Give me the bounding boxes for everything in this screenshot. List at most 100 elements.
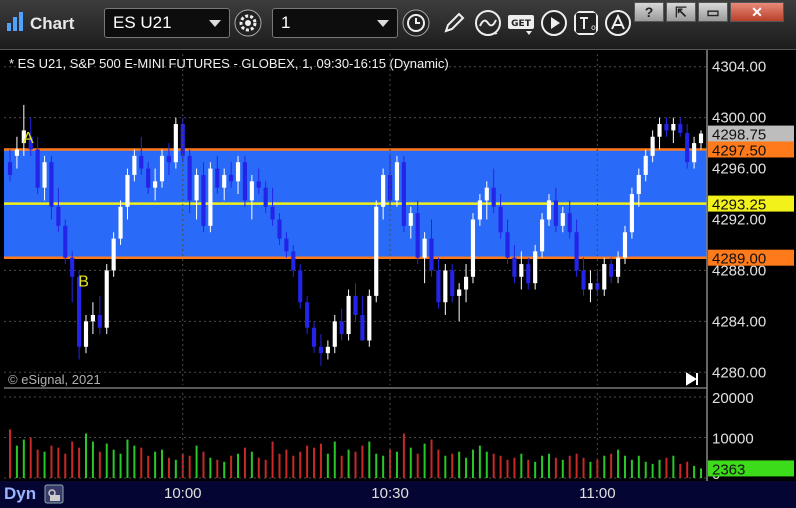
last-price-label: 4298.75 bbox=[712, 127, 766, 144]
candle-body bbox=[512, 257, 517, 277]
maximize-icon[interactable]: ⇱ bbox=[666, 2, 696, 22]
candle-body bbox=[443, 270, 448, 303]
get-icon[interactable]: GET bbox=[506, 9, 536, 37]
candle-body bbox=[408, 213, 413, 226]
copyright-label: © eSignal, 2021 bbox=[8, 372, 101, 387]
study-icon[interactable] bbox=[474, 9, 502, 37]
svg-text:o: o bbox=[591, 23, 596, 32]
candle-body bbox=[49, 162, 54, 207]
candle-body bbox=[560, 213, 565, 226]
candle-body bbox=[574, 232, 579, 271]
candle-body bbox=[42, 162, 47, 188]
candle-body bbox=[546, 200, 552, 220]
clock-icon[interactable] bbox=[402, 9, 430, 37]
candle-body bbox=[650, 136, 655, 156]
candle-body bbox=[519, 264, 524, 277]
candle-body bbox=[311, 327, 317, 347]
candle-body bbox=[602, 264, 607, 290]
candle-body bbox=[367, 295, 372, 341]
text-tool-icon[interactable]: o bbox=[572, 9, 600, 37]
candle-body bbox=[277, 219, 282, 239]
candle-body bbox=[7, 162, 13, 175]
lock-icon[interactable] bbox=[44, 484, 64, 504]
play-icon[interactable] bbox=[540, 9, 568, 37]
candle-body bbox=[201, 174, 206, 226]
candle-body bbox=[457, 289, 462, 296]
candle-body bbox=[70, 257, 75, 277]
candle-body bbox=[166, 155, 172, 163]
candle-body bbox=[159, 155, 165, 182]
interval-selector[interactable]: 1 bbox=[272, 8, 398, 38]
candle-body bbox=[284, 238, 289, 252]
candle-body bbox=[533, 251, 538, 284]
candle-body bbox=[118, 206, 123, 239]
mode-label[interactable]: Dyn bbox=[4, 484, 36, 504]
candle-body bbox=[450, 270, 455, 296]
candle-body bbox=[263, 187, 268, 207]
candle-body bbox=[581, 270, 586, 290]
price-tick-label: 4284.00 bbox=[712, 313, 766, 330]
candle-body bbox=[194, 174, 199, 201]
annotation-label: A bbox=[23, 130, 34, 147]
candle-body bbox=[187, 155, 192, 201]
candle-body bbox=[636, 174, 641, 195]
candle-body bbox=[498, 206, 503, 233]
candle-body bbox=[463, 276, 469, 290]
candle-body bbox=[173, 124, 178, 163]
candle-body bbox=[325, 346, 330, 354]
candle-body bbox=[222, 174, 227, 188]
candle-body bbox=[332, 321, 337, 347]
level-tag-label: 4289.00 bbox=[712, 251, 766, 268]
candle-body bbox=[346, 295, 351, 335]
price-chart[interactable]: AB 4304.004300.004296.004292.004288.0042… bbox=[0, 50, 796, 481]
candle-body bbox=[671, 124, 676, 131]
price-tick-label: 4296.00 bbox=[712, 161, 766, 178]
candle-body bbox=[692, 143, 697, 163]
candle-body bbox=[415, 213, 420, 258]
alert-icon[interactable] bbox=[604, 9, 632, 37]
candle-body bbox=[553, 200, 558, 226]
volume-tag-label: 2363 bbox=[712, 461, 745, 478]
candle-body bbox=[215, 168, 220, 188]
candle-body bbox=[14, 149, 19, 156]
settings-gear-icon[interactable] bbox=[234, 9, 262, 37]
chart-app-icon[interactable] bbox=[6, 11, 26, 33]
candle-body bbox=[249, 181, 254, 201]
candle-body bbox=[657, 124, 662, 137]
volume-tick-label: 20000 bbox=[712, 390, 754, 407]
candle-body bbox=[374, 206, 379, 296]
candle-body bbox=[256, 181, 261, 188]
candle-body bbox=[270, 206, 275, 220]
candle-body bbox=[208, 168, 213, 226]
candle-body bbox=[381, 174, 386, 207]
candle-body bbox=[470, 219, 476, 277]
volume-tick-label: 10000 bbox=[712, 431, 754, 448]
candle-body bbox=[153, 181, 158, 188]
symbol-selector[interactable]: ES U21 bbox=[104, 8, 230, 38]
pencil-icon[interactable] bbox=[440, 9, 468, 37]
candle-body bbox=[436, 270, 441, 303]
candle-body bbox=[56, 206, 61, 226]
candle-body bbox=[491, 187, 496, 207]
level-tag-label: 4293.25 bbox=[712, 197, 766, 214]
candle-body bbox=[146, 168, 151, 188]
candle-body bbox=[678, 124, 683, 133]
time-tick-label: 10:30 bbox=[371, 485, 409, 502]
candle-body bbox=[63, 225, 68, 258]
candle-body bbox=[643, 155, 648, 175]
candle-body bbox=[484, 187, 489, 201]
price-tick-label: 4280.00 bbox=[712, 364, 766, 381]
candle-body bbox=[387, 174, 393, 201]
time-tick-label: 11:00 bbox=[579, 485, 616, 502]
close-icon[interactable]: ✕ bbox=[730, 2, 784, 22]
candle-body bbox=[235, 162, 241, 182]
candle-body bbox=[664, 124, 669, 131]
window-title: Chart bbox=[30, 14, 75, 33]
candle-body bbox=[125, 174, 130, 207]
restore-icon[interactable]: ? bbox=[634, 2, 664, 22]
chevron-down-icon bbox=[209, 20, 221, 27]
candle-body bbox=[35, 149, 40, 188]
minimize-icon[interactable]: ▭ bbox=[698, 2, 728, 22]
bottom-bar: Dyn 10:00 10:30 11:00 bbox=[0, 481, 796, 508]
candle-body bbox=[111, 238, 116, 271]
